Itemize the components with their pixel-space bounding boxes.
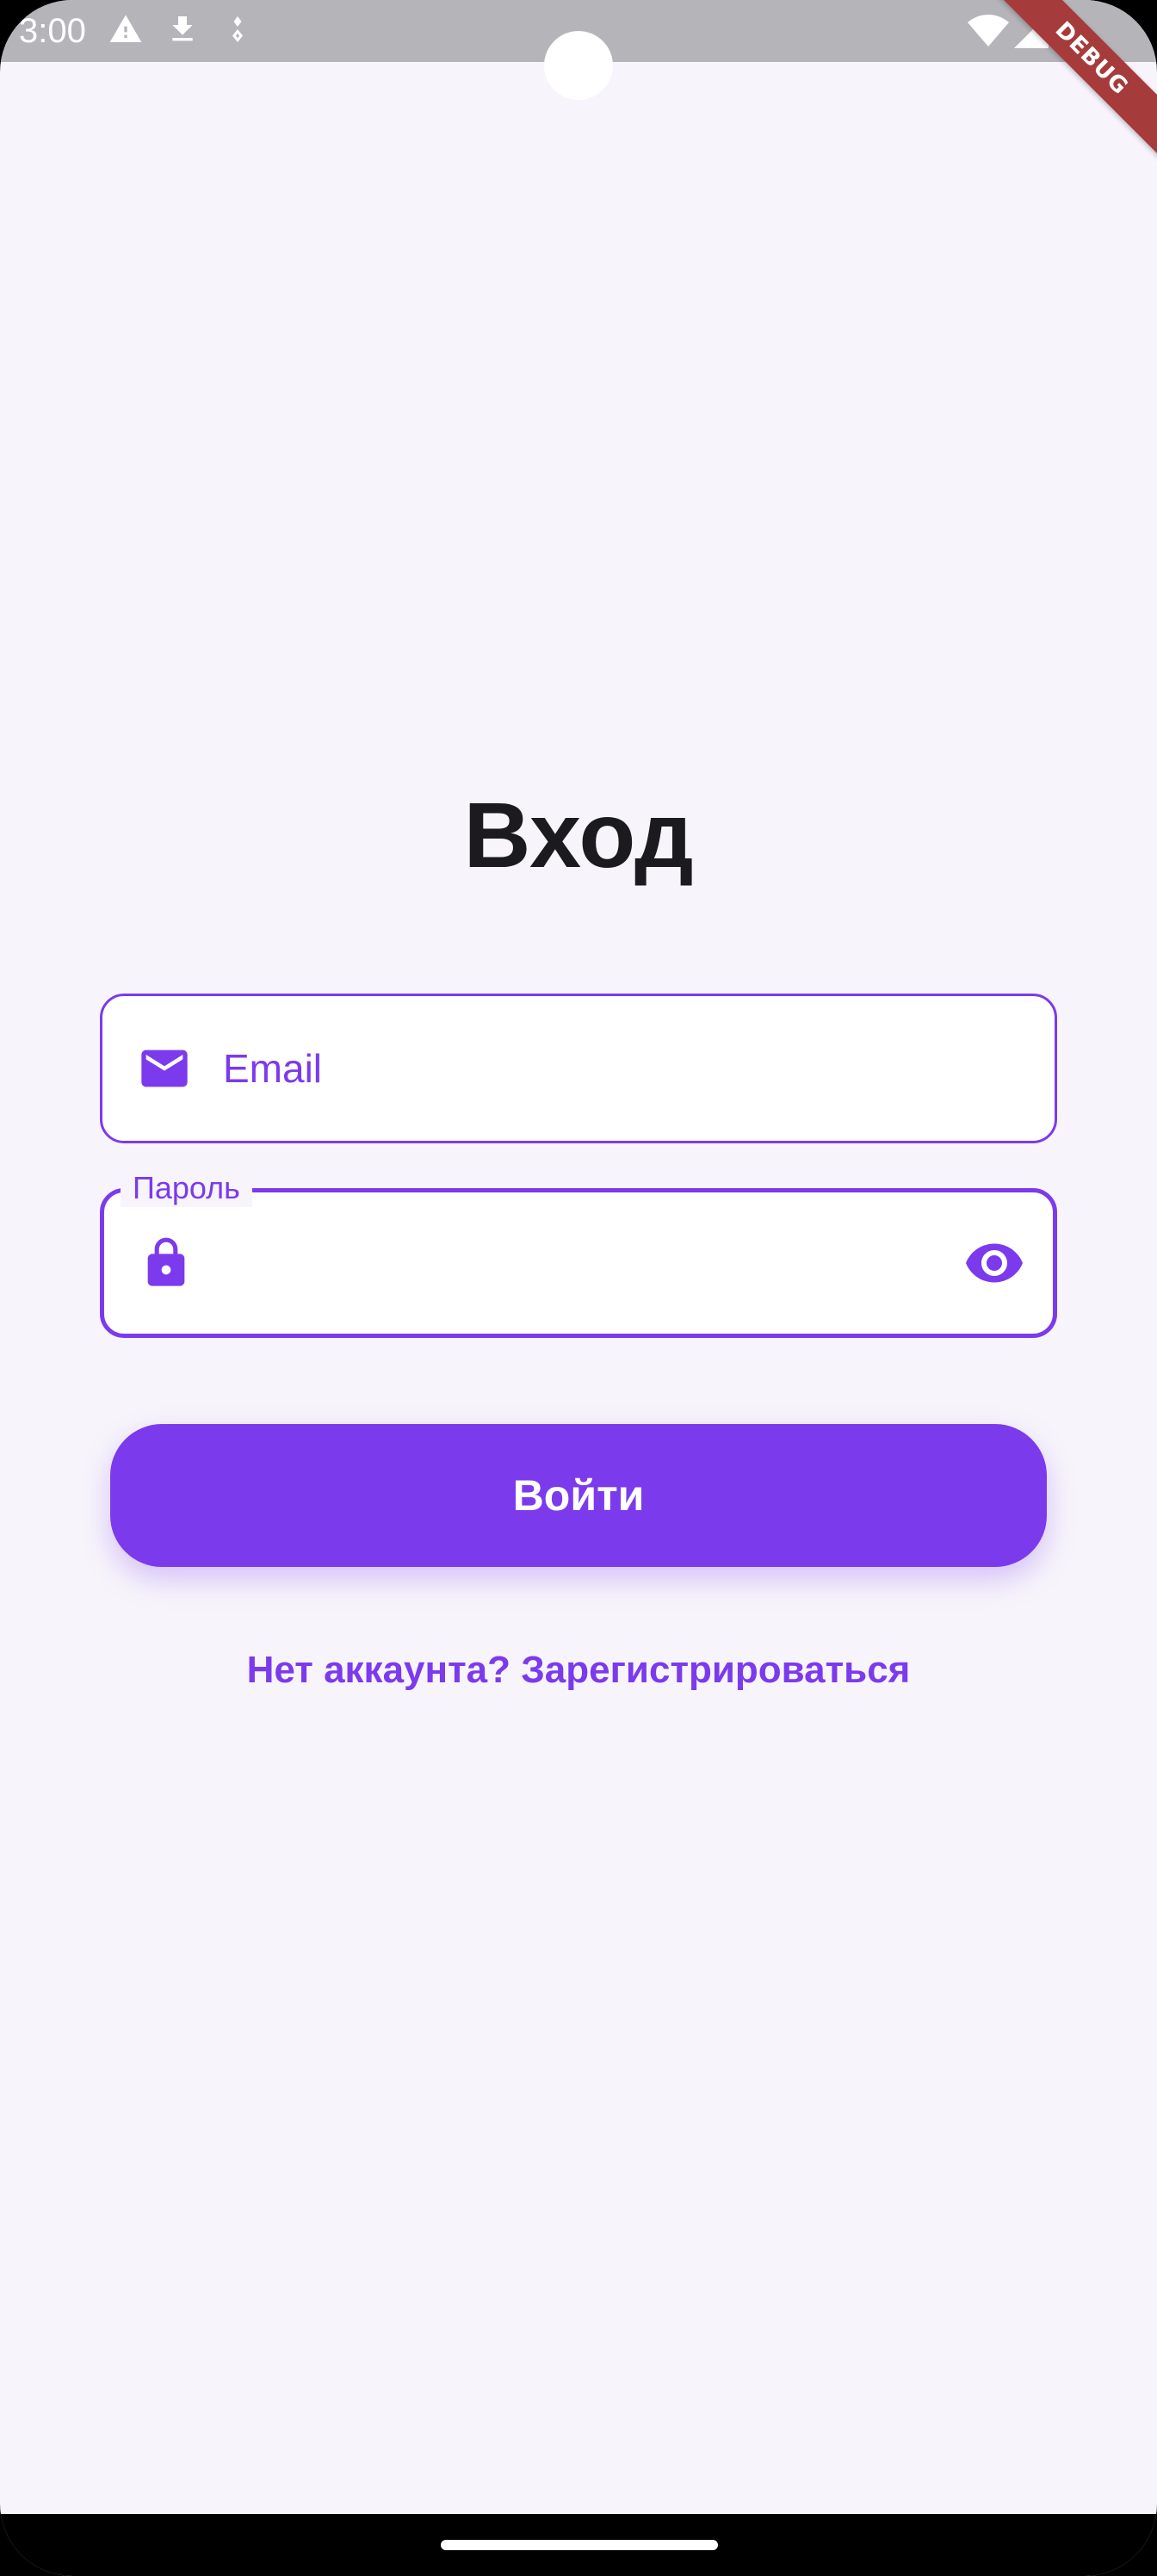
status-time: 3:00 <box>19 12 86 50</box>
assistant-icon <box>222 12 253 46</box>
register-link[interactable]: Нет аккаунта? Зарегистрироваться <box>0 1644 1157 1696</box>
warning-icon <box>108 12 143 46</box>
login-screen: 3:00 DEBUG Вход Email Пароль Войти Нет а… <box>0 0 1157 2576</box>
password-field[interactable] <box>100 1188 1057 1338</box>
eye-icon[interactable] <box>963 1232 1025 1294</box>
camera-cutout <box>544 31 613 100</box>
password-label: Пароль <box>121 1169 252 1207</box>
login-button[interactable]: Войти <box>110 1424 1047 1567</box>
password-input[interactable] <box>225 1192 941 1334</box>
page-title: Вход <box>463 783 694 887</box>
email-input[interactable] <box>223 996 943 1141</box>
home-indicator[interactable] <box>441 2540 718 2550</box>
wifi-icon <box>968 14 1009 48</box>
email-field[interactable] <box>100 994 1057 1143</box>
navigation-bar <box>0 2514 1157 2576</box>
download-icon <box>165 12 200 46</box>
mail-icon <box>137 1041 192 1096</box>
lock-icon <box>139 1235 194 1291</box>
